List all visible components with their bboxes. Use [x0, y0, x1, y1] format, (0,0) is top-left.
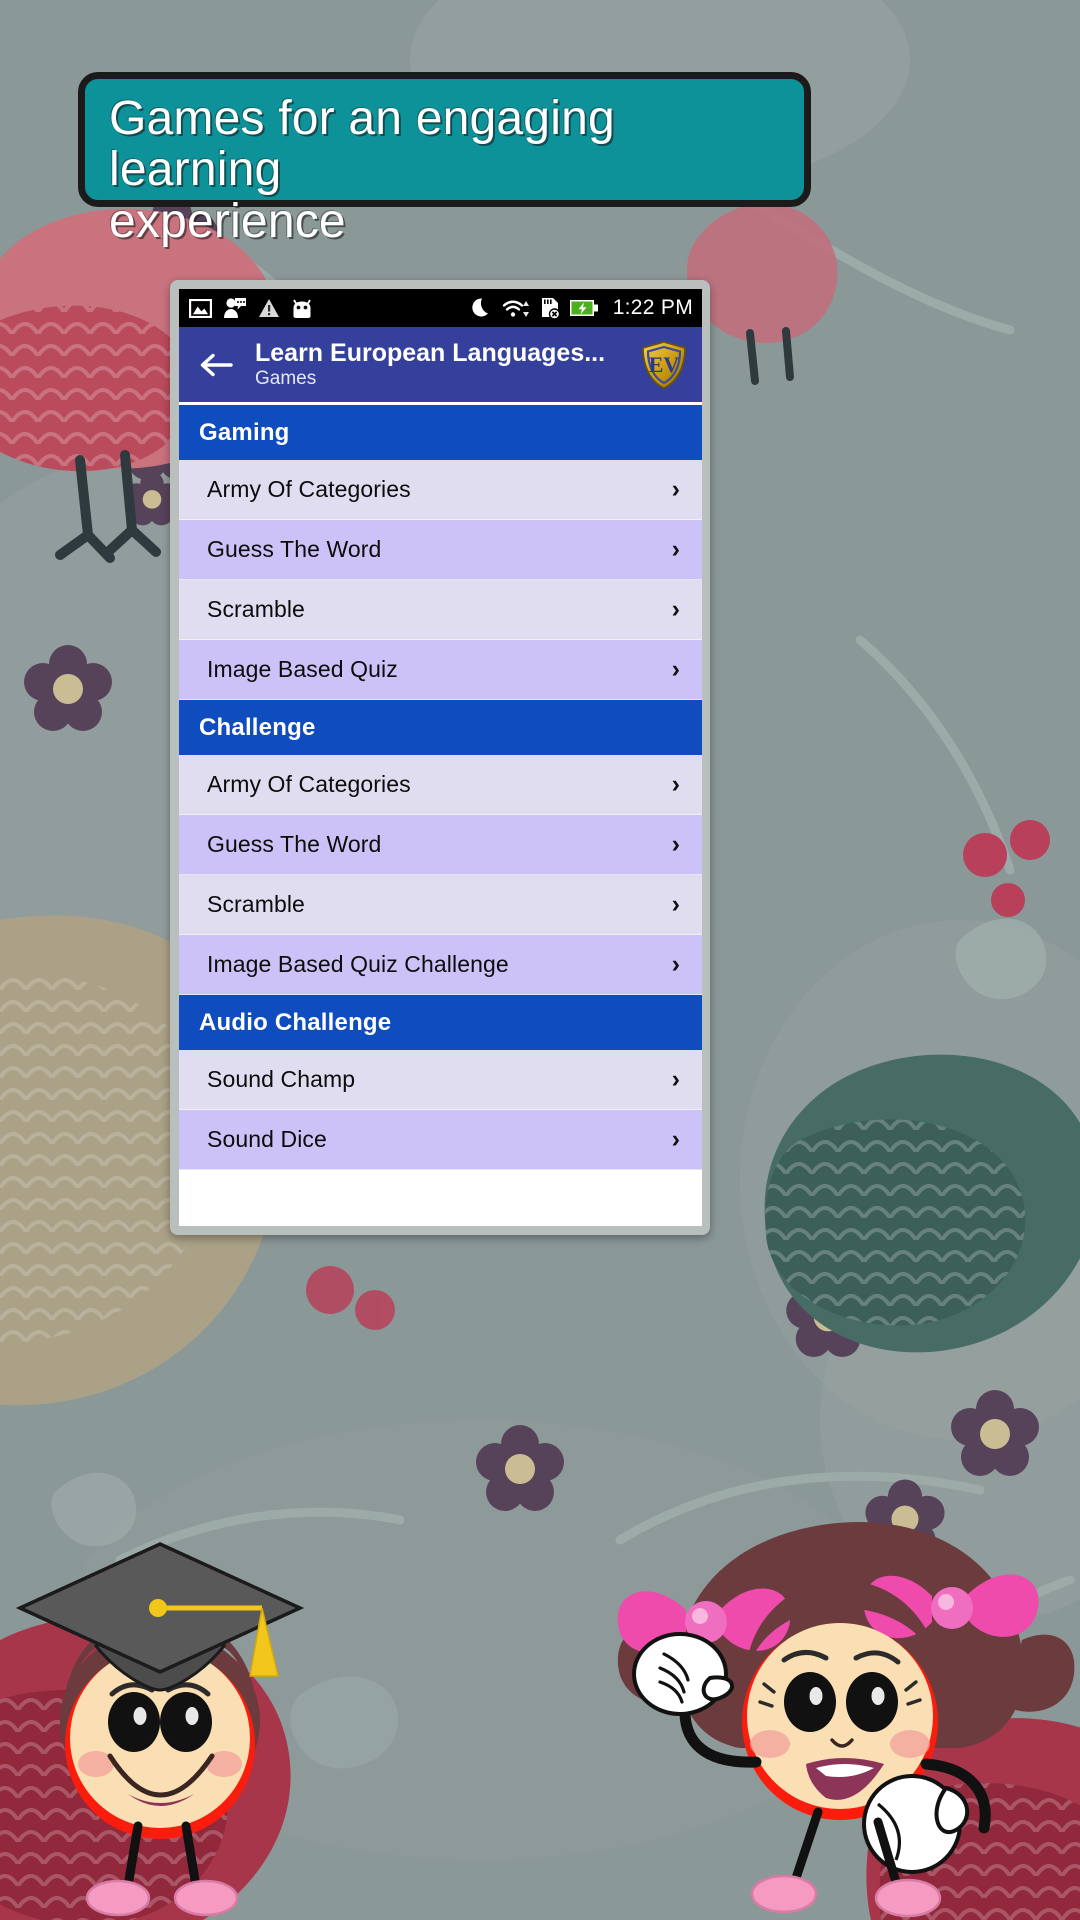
back-button[interactable] — [193, 351, 239, 379]
status-bar-left-icons — [189, 297, 313, 319]
battery-charging-icon — [569, 298, 599, 318]
list-item-label: Sound Dice — [207, 1126, 327, 1152]
promo-banner: Games for an engaging learning experienc… — [78, 72, 811, 247]
list-item[interactable]: Guess The Word › — [179, 815, 702, 875]
list-item[interactable]: Army Of Categories › — [179, 460, 702, 520]
section-header: Audio Challenge — [179, 995, 702, 1050]
status-bar: 1:22 PM — [179, 289, 702, 327]
list-item[interactable]: Image Based Quiz Challenge › — [179, 935, 702, 995]
list-item[interactable]: Image Based Quiz › — [179, 640, 702, 700]
phone-screen: 1:22 PM Learn European Languages... Game… — [179, 289, 702, 1226]
svg-text:EV: EV — [649, 352, 680, 377]
app-logo[interactable]: EV — [638, 339, 690, 391]
list-item-label: Scramble — [207, 891, 305, 917]
person-message-icon — [223, 297, 247, 319]
warning-triangle-icon — [258, 298, 280, 318]
section-header: Gaming — [179, 405, 702, 460]
chevron-right-icon: › — [671, 1125, 680, 1153]
android-robot-icon — [291, 298, 313, 319]
chevron-right-icon: › — [671, 950, 680, 978]
app-bar: Learn European Languages... Games EV — [179, 327, 702, 402]
chevron-right-icon: › — [671, 595, 680, 623]
list-item-label: Guess The Word — [207, 536, 382, 562]
list-item[interactable]: Scramble › — [179, 875, 702, 935]
image-icon — [189, 298, 212, 318]
page-subtitle: Games — [255, 367, 317, 389]
games-list[interactable]: Gaming Army Of Categories › Guess The Word ›… — [179, 402, 702, 1226]
chevron-right-icon: › — [671, 475, 680, 503]
list-item-label: Army Of Categories — [207, 771, 411, 797]
list-item-label: Scramble — [207, 596, 305, 622]
list-item-label: Image Based Quiz — [207, 656, 398, 682]
pigtail-girl-character — [560, 1512, 1080, 1920]
list-item[interactable]: Army Of Categories › — [179, 755, 702, 815]
section-header: Challenge — [179, 700, 702, 755]
page-title: Learn European Languages... — [255, 338, 606, 367]
list-item[interactable]: Scramble › — [179, 580, 702, 640]
list-item[interactable]: Sound Dice › — [179, 1110, 702, 1170]
sd-card-error-icon — [539, 297, 560, 319]
list-item-label: Guess The Word — [207, 831, 382, 857]
chevron-right-icon: › — [671, 890, 680, 918]
list-item-label: Sound Champ — [207, 1066, 356, 1092]
chevron-right-icon: › — [671, 1065, 680, 1093]
app-bar-titles: Learn European Languages... Games — [239, 339, 638, 391]
list-item[interactable]: Guess The Word › — [179, 520, 702, 580]
chevron-right-icon: › — [671, 655, 680, 683]
list-item-label: Image Based Quiz Challenge — [207, 951, 509, 977]
list-item[interactable]: Sound Champ › — [179, 1050, 702, 1110]
chevron-right-icon: › — [671, 770, 680, 798]
moon-dnd-icon — [472, 297, 493, 319]
graduate-boy-character — [10, 1526, 310, 1920]
wifi-icon — [502, 297, 530, 319]
chevron-right-icon: › — [671, 535, 680, 563]
back-arrow-icon — [200, 353, 233, 376]
promo-banner-text: Games for an engaging learning experienc… — [109, 92, 615, 248]
list-item-label: Army Of Categories — [207, 476, 411, 502]
status-bar-right-icons: 1:22 PM — [472, 296, 693, 320]
status-bar-clock: 1:22 PM — [612, 296, 693, 319]
ev-shield-icon: EV — [642, 340, 686, 389]
chevron-right-icon: › — [671, 830, 680, 858]
phone-mockup: 1:22 PM Learn European Languages... Game… — [170, 280, 710, 1235]
